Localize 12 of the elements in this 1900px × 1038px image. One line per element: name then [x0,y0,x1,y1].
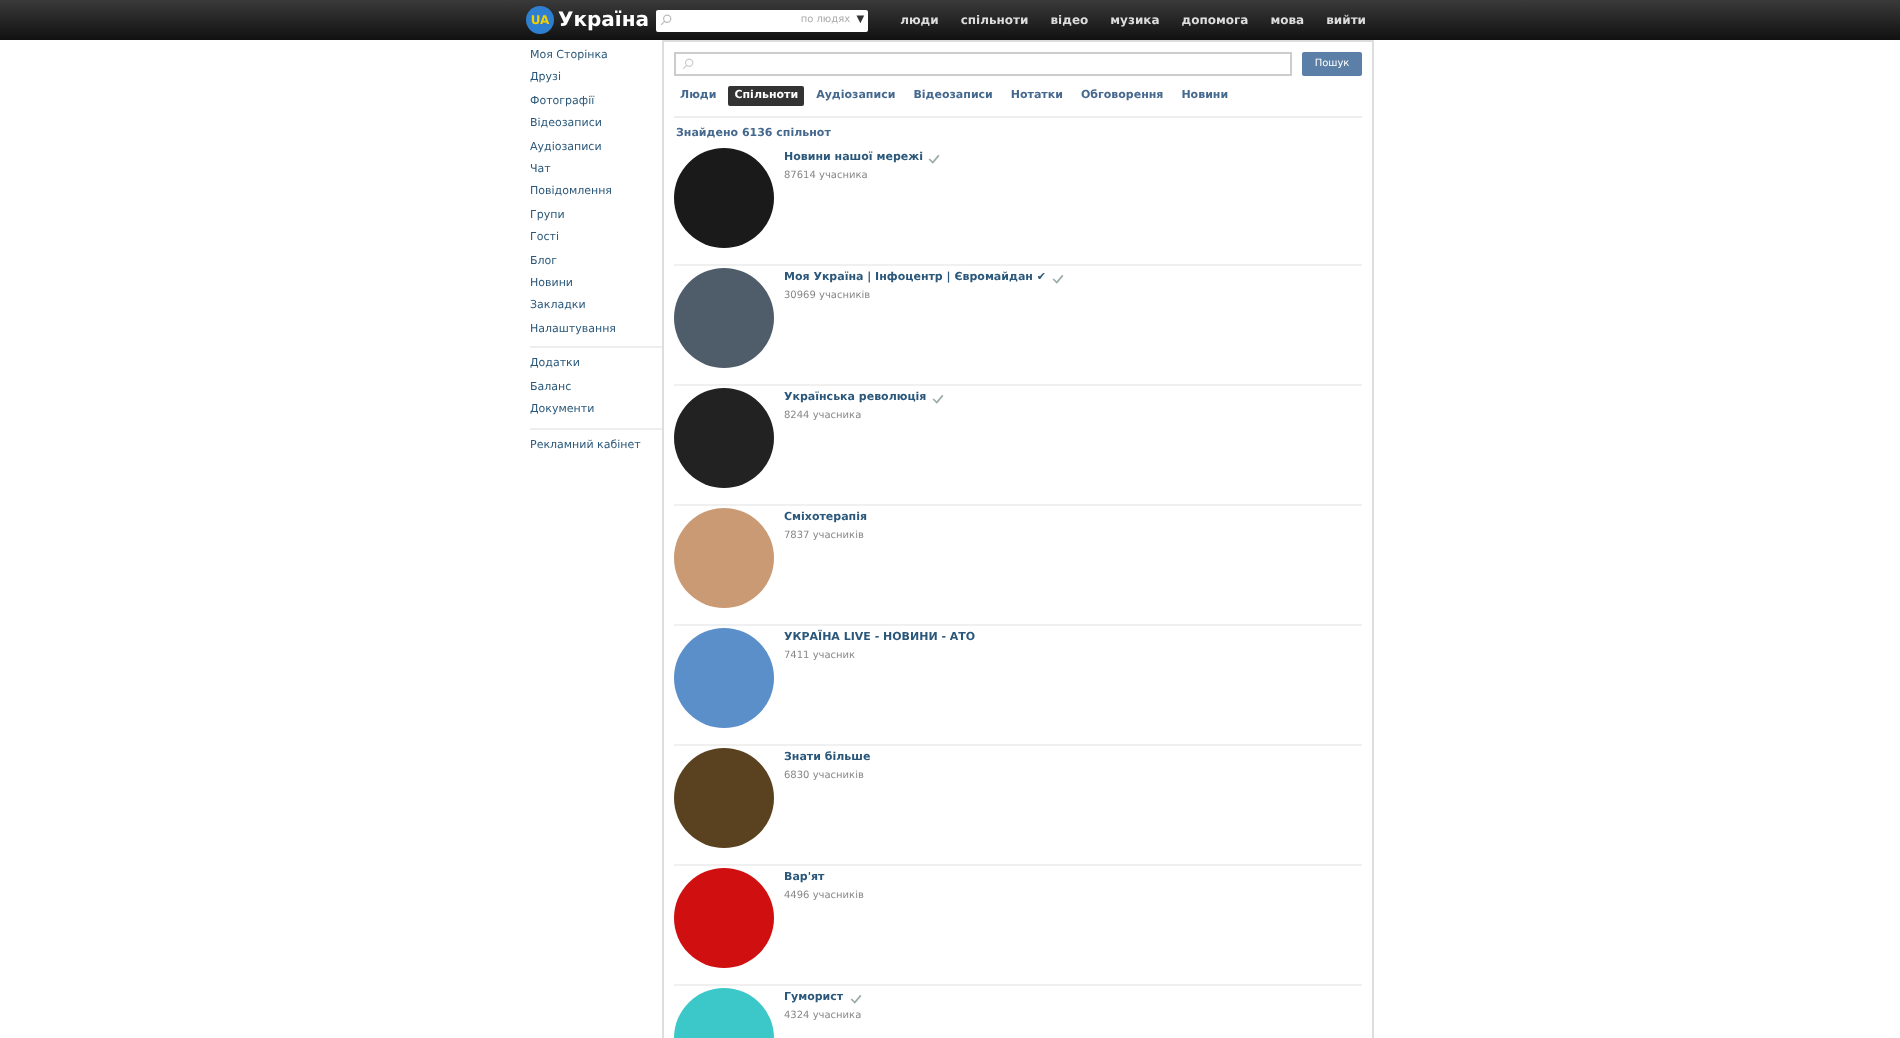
check-icon [932,393,945,403]
logo-text[interactable]: Україна [558,9,649,31]
check-icon [849,993,862,1003]
check-icon [928,153,941,163]
search-icon [660,14,673,26]
avatar-placeholder[interactable] [674,268,774,368]
search-icon [682,58,694,70]
search-field[interactable] [674,52,1292,76]
avatar-placeholder[interactable] [674,148,774,248]
avatar-placeholder[interactable] [674,388,774,488]
avatar-placeholder[interactable] [674,748,774,848]
check-icon [1051,273,1064,283]
